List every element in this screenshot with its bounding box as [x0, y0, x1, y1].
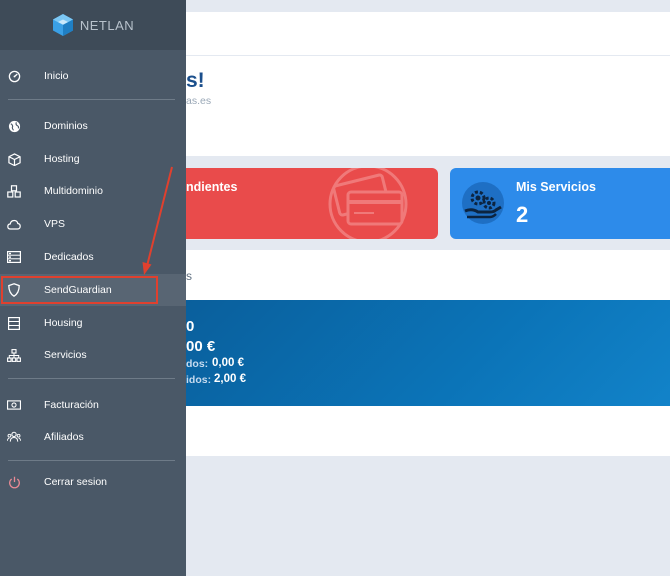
sidebar-item-label: Inicio — [44, 70, 69, 82]
sidebar-item-dominios[interactable]: Dominios — [0, 110, 186, 142]
sidebar-item-facturacion[interactable]: Facturación — [0, 389, 186, 421]
sitemap-icon — [7, 348, 21, 362]
gears-hand-icon — [462, 182, 504, 224]
sidebar-item-label: Multidominio — [44, 185, 103, 197]
cloud-icon — [7, 217, 21, 231]
sidebar-item-label: Dedicados — [44, 251, 94, 263]
cube-icon — [7, 152, 21, 166]
sidebar-item-housing[interactable]: Housing — [0, 307, 186, 339]
user-email: as.es — [186, 95, 212, 107]
sidebar-item-cerrar-sesion[interactable]: Cerrar sesion — [0, 466, 186, 498]
top-bar — [186, 12, 670, 55]
balance-row2-label: idos: — [186, 374, 212, 386]
sidebar-divider — [8, 460, 175, 461]
dashboard-gauge-icon — [7, 69, 21, 83]
pending-card-title: ndientes — [186, 180, 238, 194]
balance-row1-value: 0,00 € — [212, 357, 244, 369]
welcome-panel: s! as.es — [186, 56, 670, 156]
sidebar-item-label: Dominios — [44, 120, 88, 132]
server-list-icon — [7, 250, 21, 264]
globe-icon — [7, 119, 21, 133]
sidebar-item-label: Servicios — [44, 349, 87, 361]
sidebar-divider — [8, 99, 175, 100]
sidebar-item-label: Hosting — [44, 153, 80, 165]
logo-bar: NETLAN — [0, 0, 186, 50]
sidebar-item-label: Housing — [44, 317, 83, 329]
sidebar-item-hosting[interactable]: Hosting — [0, 143, 186, 175]
services-card-title: Mis Servicios — [516, 180, 596, 194]
sidebar-item-multidominio[interactable]: Multidominio — [0, 175, 186, 207]
brand-name: NETLAN — [79, 17, 135, 33]
shield-icon — [7, 283, 21, 297]
sidebar-item-label: VPS — [44, 218, 66, 230]
welcome-title: s! — [186, 69, 205, 92]
sidebar-item-dedicados[interactable]: Dedicados — [0, 241, 186, 273]
cubes-icon — [7, 184, 21, 198]
sidebar-item-label: Afiliados — [44, 431, 84, 443]
sidebar-item-servicios[interactable]: Servicios — [0, 339, 186, 371]
section-title: s — [186, 269, 192, 283]
sidebar-item-afiliados[interactable]: Afiliados — [0, 421, 186, 453]
power-icon — [7, 475, 21, 489]
balance-top: 0 — [186, 318, 195, 335]
pending-card[interactable]: ndientes — [186, 168, 438, 239]
sidebar-item-label: Cerrar sesion — [44, 476, 108, 488]
sidebar-divider — [8, 378, 175, 379]
balance-box: 0 00 € dos: 0,00 € idos: 2,00 € — [186, 300, 670, 406]
sidebar-item-vps[interactable]: VPS — [0, 208, 186, 240]
sidebar-item-label: SendGuardian — [44, 284, 112, 296]
sidebar-item-label: Facturación — [44, 399, 99, 411]
sidebar-item-sendguardian[interactable]: SendGuardian — [0, 274, 186, 306]
money-bill-icon — [7, 398, 21, 412]
balance-row1-label: dos: — [186, 358, 209, 370]
sidebar: NETLAN Inicio Dominios Hosting Multidomi… — [0, 0, 186, 576]
services-card[interactable]: Mis Servicios 2 — [450, 168, 670, 239]
credit-card-icon — [328, 168, 408, 239]
balance-row2-value: 2,00 € — [214, 373, 246, 385]
users-icon — [7, 430, 21, 444]
sidebar-item-inicio[interactable]: Inicio — [0, 60, 186, 92]
main-content: s! as.es ndientes Mis Servicios 2 s 0 00… — [186, 0, 670, 576]
rack-icon — [7, 316, 21, 330]
netlan-logo-icon — [52, 14, 73, 36]
balance-total: 00 € — [186, 338, 216, 355]
services-count: 2 — [516, 202, 529, 227]
